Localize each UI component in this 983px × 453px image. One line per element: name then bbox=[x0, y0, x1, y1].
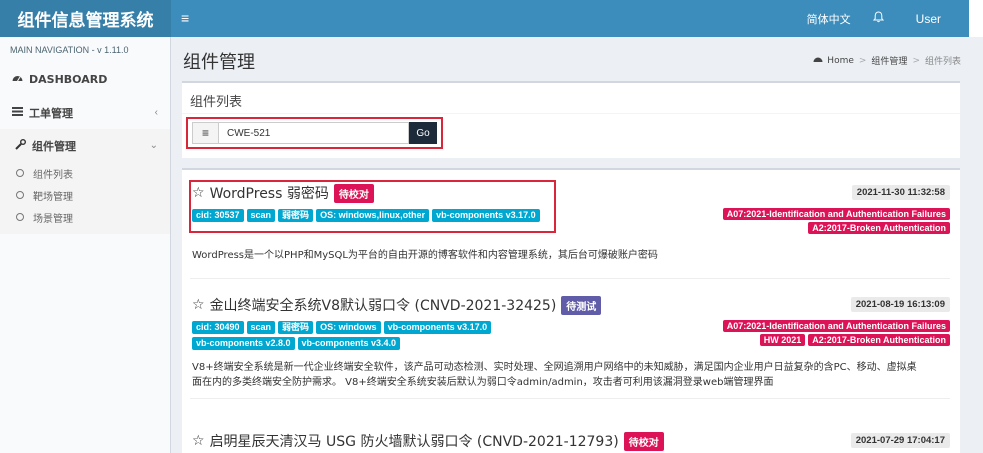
star-icon[interactable]: ☆ bbox=[192, 297, 205, 313]
sidebar-item-tickets[interactable]: 工单管理 ‹ bbox=[0, 96, 170, 129]
go-button[interactable]: Go bbox=[409, 122, 437, 144]
main-navigation-header: MAIN NAVIGATION - v 1.11.0 bbox=[10, 45, 129, 55]
sidebar-item-components[interactable]: 组件管理 ⌄ bbox=[0, 129, 170, 162]
breadcrumb-components[interactable]: 组件管理 bbox=[871, 54, 907, 67]
sidebar-item-label: 组件管理 bbox=[32, 139, 76, 153]
item-description: V8+终端安全系统是新一代企业终端安全软件，该产品可动态检测、实时处理、全网追溯… bbox=[192, 362, 917, 388]
tag[interactable]: OS: windows,linux,other bbox=[316, 209, 430, 222]
sidebar-subitem-label: 靶场管理 bbox=[33, 191, 73, 203]
search-box-panel: 组件列表 ≡ Go bbox=[182, 81, 960, 158]
sidebar: MAIN NAVIGATION - v 1.11.0 DASHBOARD 工单管… bbox=[0, 37, 171, 453]
risk-tag[interactable]: A2:2017-Broken Authentication bbox=[808, 222, 950, 234]
tag[interactable]: 弱密码 bbox=[278, 321, 314, 334]
tachometer-icon bbox=[12, 73, 29, 86]
status-badge: 待校对 bbox=[333, 183, 374, 203]
sidebar-item-dashboard[interactable]: DASHBOARD bbox=[0, 63, 170, 96]
bell-icon[interactable] bbox=[872, 11, 884, 26]
date-badge: 2021-11-30 11:32:58 bbox=[851, 185, 950, 200]
tag[interactable]: OS: windows bbox=[316, 321, 381, 334]
tag[interactable]: scan bbox=[246, 209, 276, 222]
tag[interactable]: vb-components v2.8.0 bbox=[192, 337, 295, 350]
item-description: WordPress是一个以PHP和MySQL为平台的自由开源的博客软件和内容管理… bbox=[192, 250, 658, 261]
date-badge: 2021-07-29 17:04:17 bbox=[850, 433, 950, 448]
breadcrumb-current: 组件列表 bbox=[924, 57, 961, 67]
star-icon[interactable]: ☆ bbox=[192, 433, 205, 449]
tag[interactable]: vb-components v3.4.0 bbox=[297, 337, 401, 350]
page-title: 组件管理 bbox=[183, 52, 255, 73]
tag[interactable]: cid: 30490 bbox=[192, 321, 244, 334]
sidebar-submenu: 组件列表 靶场管理 场景管理 bbox=[0, 162, 170, 234]
search-input[interactable] bbox=[219, 122, 409, 144]
circle-icon bbox=[16, 169, 24, 177]
search-menu-button[interactable]: ≡ bbox=[192, 122, 219, 144]
wrench-icon bbox=[15, 138, 32, 153]
circle-icon bbox=[16, 191, 24, 199]
dashboard-icon bbox=[813, 55, 823, 66]
risk-tag[interactable]: HW 2021 bbox=[759, 334, 806, 346]
status-badge: 待校对 bbox=[623, 431, 664, 451]
language-selector[interactable]: 简体中文 bbox=[807, 11, 851, 27]
risk-tags: A07:2021-Identification and Authenticati… bbox=[722, 208, 950, 234]
sidebar-toggle-icon[interactable]: ≡ bbox=[181, 10, 189, 26]
star-icon[interactable]: ☆ bbox=[192, 185, 205, 201]
risk-tag[interactable]: A07:2021-Identification and Authenticati… bbox=[722, 320, 950, 332]
window-edge bbox=[969, 0, 983, 37]
risk-tag[interactable]: A07:2021-Identification and Authenticati… bbox=[722, 208, 950, 220]
tag[interactable]: cid: 30537 bbox=[192, 209, 244, 222]
list-box-title: 组件列表 bbox=[190, 95, 243, 110]
main-content: 组件管理 Home > 组件管理 > 组件列表 组件列表 ≡ Go ☆ Word… bbox=[171, 37, 983, 453]
risk-tag[interactable]: A2:2017-Broken Authentication bbox=[808, 334, 950, 346]
status-badge: 待测试 bbox=[561, 295, 602, 315]
tag[interactable]: 弱密码 bbox=[278, 209, 314, 222]
item-title[interactable]: ☆ 金山终端安全系统V8默认弱口令 (CNVD-2021-32425) 待测试 bbox=[192, 295, 602, 315]
sidebar-item-label: DASHBOARD bbox=[29, 73, 108, 86]
user-menu[interactable]: User bbox=[916, 12, 941, 26]
breadcrumb: Home > 组件管理 > 组件列表 bbox=[813, 54, 961, 67]
sidebar-subitem-label: 组件列表 bbox=[33, 169, 73, 181]
header-nav-right: 简体中文 User bbox=[807, 0, 983, 37]
sidebar-subitem-scene[interactable]: 场景管理 bbox=[0, 206, 170, 228]
tag[interactable]: scan bbox=[246, 321, 276, 334]
tag-list: cid: 30537 scan 弱密码 OS: windows,linux,ot… bbox=[192, 209, 540, 222]
item-title[interactable]: ☆ 启明星辰天清汉马 USG 防火墙默认弱口令 (CNVD-2021-12793… bbox=[192, 431, 664, 451]
sidebar-item-label: 工单管理 bbox=[29, 106, 73, 120]
top-header: 组件信息管理系统 ≡ 简体中文 User bbox=[0, 0, 983, 37]
item-title[interactable]: ☆ WordPress 弱密码 待校对 bbox=[192, 183, 374, 203]
app-logo[interactable]: 组件信息管理系统 bbox=[0, 0, 171, 37]
component-list-panel: ☆ WordPress 弱密码 待校对 2021-11-30 11:32:58 … bbox=[182, 168, 960, 453]
list-icon bbox=[12, 106, 29, 119]
tag-list: cid: 30490 scan 弱密码 OS: windows vb-compo… bbox=[192, 321, 512, 350]
risk-tags: A07:2021-Identification and Authenticati… bbox=[722, 320, 950, 346]
circle-icon bbox=[16, 213, 24, 221]
search-group: ≡ Go bbox=[186, 117, 443, 149]
breadcrumb-home[interactable]: Home bbox=[827, 56, 854, 66]
date-badge: 2021-08-19 16:13:09 bbox=[850, 297, 950, 312]
sidebar-subitem-component-list[interactable]: 组件列表 bbox=[0, 162, 170, 184]
sidebar-subitem-label: 场景管理 bbox=[33, 213, 73, 225]
sidebar-subitem-range[interactable]: 靶场管理 bbox=[0, 184, 170, 206]
tag[interactable]: vb-components v3.17.0 bbox=[432, 209, 540, 222]
chevron-down-icon: ⌄ bbox=[149, 140, 158, 151]
chevron-left-icon: ‹ bbox=[154, 107, 158, 118]
tag[interactable]: vb-components v3.17.0 bbox=[383, 321, 492, 334]
